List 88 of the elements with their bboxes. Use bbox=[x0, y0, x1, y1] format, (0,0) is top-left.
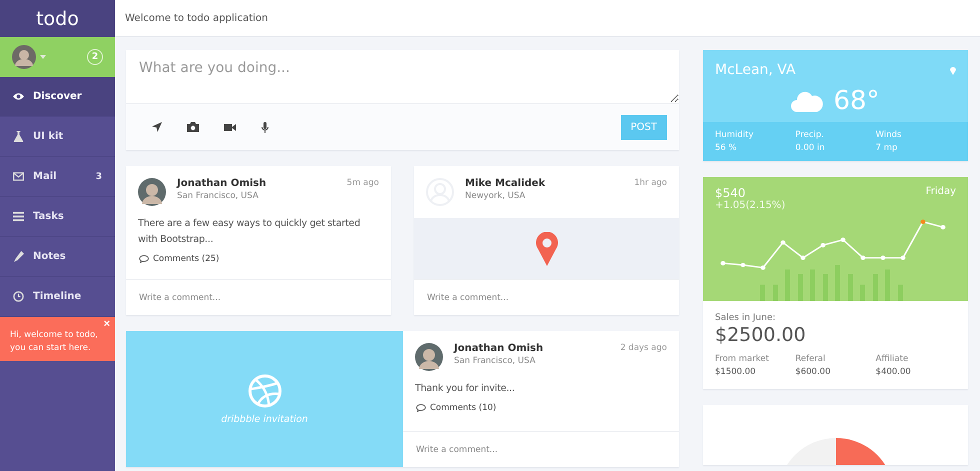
chart-bar bbox=[798, 274, 803, 301]
stat-label: Affiliate bbox=[876, 354, 910, 364]
comment-field[interactable]: Write a comment... bbox=[414, 292, 679, 302]
stat-label: Winds bbox=[876, 130, 902, 140]
nav-item[interactable]: UI kit bbox=[0, 117, 115, 157]
stat-label: From market bbox=[715, 354, 770, 364]
post-time: 5m ago bbox=[346, 178, 379, 188]
avatar bbox=[138, 178, 166, 206]
sales-total: $2500.00 bbox=[715, 324, 807, 346]
stat-value: 0.00 in bbox=[795, 143, 826, 153]
nav-item[interactable]: Mail 3 bbox=[0, 157, 115, 197]
notification-count: 2 bbox=[87, 49, 103, 65]
speech-bubble-icon bbox=[139, 255, 149, 263]
price-change: +1.05(2.15%) bbox=[714, 200, 786, 211]
video-camera-icon[interactable] bbox=[224, 122, 236, 132]
speech-bubble-icon bbox=[416, 404, 426, 412]
chart-point bbox=[880, 256, 886, 260]
comments-link[interactable]: Comments (10) bbox=[430, 403, 496, 413]
stat-label: Precip. bbox=[795, 130, 825, 140]
chart-point bbox=[780, 240, 786, 245]
chart-point bbox=[740, 262, 746, 268]
chart-point bbox=[720, 261, 726, 266]
stat-label: Humidity bbox=[715, 130, 755, 140]
post-time: 1hr ago bbox=[634, 178, 667, 188]
alert-text: Hi, welcome to todo, you can start here. bbox=[10, 329, 99, 355]
list-icon bbox=[13, 211, 24, 222]
avatar[interactable] bbox=[12, 45, 36, 69]
chart-bar bbox=[873, 274, 878, 301]
author-name[interactable]: Mike Mcalidek bbox=[465, 178, 546, 189]
chart-point bbox=[860, 256, 866, 260]
chart-point bbox=[920, 220, 926, 224]
comments-link[interactable]: Comments (25) bbox=[153, 254, 220, 264]
nav-item[interactable]: Discover bbox=[0, 77, 115, 117]
author-location: San Francisco, USA bbox=[177, 191, 260, 201]
post-text: Thank you for invite... bbox=[415, 382, 516, 396]
comment-field[interactable]: Write a comment... bbox=[126, 292, 391, 302]
chart-bar bbox=[860, 284, 865, 301]
post-time: 2 days ago bbox=[620, 343, 667, 353]
day-label: Friday bbox=[926, 186, 956, 199]
map-pin-icon bbox=[536, 232, 558, 266]
author-location: Newyork, USA bbox=[465, 191, 526, 201]
chart-bar bbox=[760, 284, 765, 301]
cloud-icon bbox=[791, 90, 824, 112]
chart-bar bbox=[885, 270, 890, 301]
camera-icon[interactable] bbox=[187, 122, 199, 132]
post-text: There are a few easy ways to quickly get started with Bootstrap... bbox=[138, 217, 362, 247]
author-location: San Francisco, USA bbox=[454, 356, 536, 366]
invitation-label: dribbble invitation bbox=[221, 414, 308, 424]
temperature: 68° bbox=[833, 86, 880, 116]
chart-point bbox=[840, 238, 846, 242]
chart-bar bbox=[785, 270, 790, 301]
chart-point bbox=[760, 266, 766, 270]
chart-bar bbox=[823, 274, 828, 301]
location-arrow-icon[interactable] bbox=[152, 122, 162, 132]
flask-icon bbox=[13, 131, 24, 142]
nav-item[interactable]: Notes bbox=[0, 237, 115, 277]
eye-icon bbox=[13, 91, 24, 102]
map-pin-icon bbox=[950, 66, 956, 74]
stat-value: $400.00 bbox=[876, 367, 912, 377]
chart-point bbox=[800, 256, 806, 260]
basketball-icon bbox=[248, 374, 282, 408]
chart-bar bbox=[773, 284, 778, 301]
stat-value: 56 % bbox=[715, 143, 738, 153]
author-name[interactable]: Jonathan Omish bbox=[177, 178, 266, 189]
stat-value: 7 mp bbox=[876, 143, 898, 153]
city-name: McLean, VA bbox=[715, 62, 796, 78]
stat-value: $600.00 bbox=[795, 367, 832, 377]
author-name[interactable]: Jonathan Omish bbox=[454, 343, 544, 354]
chart-bar bbox=[848, 274, 853, 301]
page-heading: Welcome to todo application bbox=[125, 12, 268, 24]
app-title: todo bbox=[36, 8, 79, 30]
avatar bbox=[415, 343, 443, 371]
chart-point bbox=[900, 256, 906, 260]
price: $540 bbox=[715, 186, 746, 200]
mail-icon bbox=[13, 171, 24, 182]
pencil-icon bbox=[13, 251, 24, 262]
microphone-icon[interactable] bbox=[261, 122, 269, 132]
stat-value: $1500.00 bbox=[715, 367, 757, 377]
status-field[interactable]: What are you doing... bbox=[126, 50, 679, 104]
chart-point bbox=[820, 243, 826, 248]
nav-item[interactable]: Tasks bbox=[0, 197, 115, 237]
sales-title: Sales in June: bbox=[715, 313, 777, 323]
chart-bar bbox=[810, 270, 815, 301]
chart-bar bbox=[898, 284, 903, 301]
chart-bar bbox=[835, 265, 840, 301]
chart-point bbox=[940, 225, 946, 230]
stat-label: Referal bbox=[795, 354, 826, 364]
clock-icon bbox=[13, 291, 24, 302]
